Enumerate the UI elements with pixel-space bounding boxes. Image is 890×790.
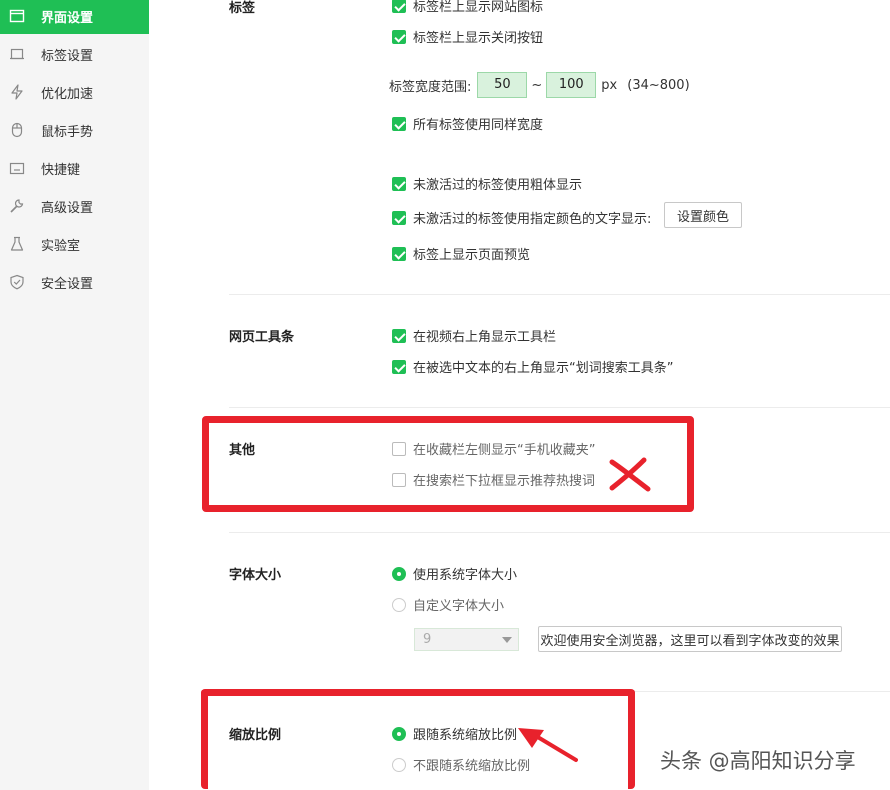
tab-icon	[9, 46, 25, 62]
checkbox-show-favicon[interactable]: 标签栏上显示网站图标	[392, 0, 543, 15]
radio-system-font-size[interactable]: 使用系统字体大小	[392, 564, 517, 583]
option-label: 标签栏上显示网站图标	[413, 0, 544, 15]
sidebar-item-label: 高级设置	[41, 200, 94, 216]
tab-width-range: 标签宽度范围: 50 ~ 100 px (34~800)	[389, 72, 690, 98]
window-icon	[9, 8, 25, 24]
checkbox-checked-icon[interactable]	[392, 246, 406, 261]
lightning-icon	[9, 84, 25, 100]
checkbox-checked-icon[interactable]	[392, 359, 406, 374]
radio-custom-font-size[interactable]: 自定义字体大小	[392, 595, 504, 614]
set-color-button[interactable]: 设置颜色	[664, 202, 742, 228]
watermark-text: 头条 @高阳知识分享	[660, 749, 856, 773]
settings-panel: 标签 标签栏上显示网站图标 标签栏上显示关闭按钮 标签宽度范围: 50 ~ 10…	[149, 0, 890, 790]
sidebar-item-shortcuts[interactable]: 快捷键	[0, 150, 149, 186]
mouse-icon	[9, 122, 25, 138]
checkbox-bold-inactive[interactable]: 未激活过的标签使用粗体显示	[392, 174, 582, 193]
checkbox-color-inactive[interactable]: 未激活过的标签使用指定颜色的文字显示:	[392, 208, 651, 227]
section-divider	[229, 294, 890, 295]
sidebar-item-label: 快捷键	[41, 162, 81, 178]
checkbox-checked-icon[interactable]	[392, 0, 406, 13]
sidebar-item-tabs[interactable]: 标签设置	[0, 36, 149, 72]
cross-mark-icon	[609, 457, 651, 492]
option-label: 自定义字体大小	[413, 599, 505, 614]
section-title-tabs: 标签	[229, 1, 256, 16]
sidebar-item-interface[interactable]: 界面设置	[0, 0, 149, 34]
font-preview-box: 欢迎使用安全浏览器，这里可以看到字体改变的效果	[538, 626, 842, 652]
checkbox-search-toolbar[interactable]: 在被选中文本的右上角显示“划词搜索工具条”	[392, 357, 673, 376]
section-title-font-size: 字体大小	[229, 568, 282, 583]
sidebar-item-mouse-gesture[interactable]: 鼠标手势	[0, 112, 149, 148]
option-label: 标签栏上显示关闭按钮	[413, 31, 544, 46]
sidebar-item-label: 鼠标手势	[41, 124, 94, 140]
sidebar-item-label: 安全设置	[41, 276, 94, 292]
shield-icon	[9, 274, 25, 290]
checkbox-checked-icon[interactable]	[392, 210, 406, 225]
section-divider	[229, 532, 890, 533]
sidebar-item-lab[interactable]: 实验室	[0, 226, 149, 262]
wrench-icon	[9, 198, 25, 214]
option-label: 所有标签使用同样宽度	[413, 118, 544, 133]
chevron-down-icon	[502, 637, 512, 643]
section-divider	[229, 407, 890, 408]
tab-width-max-input[interactable]: 100	[546, 72, 597, 98]
option-label: 标签上显示页面预览	[413, 248, 531, 263]
checkbox-checked-icon[interactable]	[392, 328, 406, 343]
sidebar-item-label: 优化加速	[41, 86, 94, 102]
option-label: 在视频右上角显示工具栏	[413, 330, 557, 345]
radio-selected-icon[interactable]	[392, 566, 406, 581]
range-separator: ~	[531, 77, 543, 93]
option-label: 使用系统字体大小	[413, 568, 518, 583]
checkbox-show-close-button[interactable]: 标签栏上显示关闭按钮	[392, 27, 543, 46]
arrow-pointer-icon	[518, 728, 578, 762]
option-label: 未激活过的标签使用粗体显示	[413, 178, 583, 193]
checkbox-checked-icon[interactable]	[392, 29, 406, 44]
checkbox-same-width[interactable]: 所有标签使用同样宽度	[392, 114, 543, 133]
option-label: 在被选中文本的右上角显示“划词搜索工具条”	[413, 361, 674, 376]
checkbox-page-preview[interactable]: 标签上显示页面预览	[392, 244, 530, 263]
sidebar-item-label: 界面设置	[41, 10, 94, 26]
tab-width-allowed-range: (34~800)	[627, 77, 690, 93]
sidebar-item-advanced[interactable]: 高级设置	[0, 188, 149, 224]
font-size-select[interactable]: 9	[414, 628, 519, 651]
checkbox-video-toolbar[interactable]: 在视频右上角显示工具栏	[392, 326, 556, 345]
checkbox-checked-icon[interactable]	[392, 176, 406, 191]
font-size-value: 9	[423, 632, 432, 647]
sidebar-item-label: 实验室	[41, 238, 81, 254]
checkbox-checked-icon[interactable]	[392, 116, 406, 131]
sidebar-item-optimize[interactable]: 优化加速	[0, 74, 149, 110]
keyboard-icon	[9, 160, 25, 176]
tab-width-min-input[interactable]: 50	[477, 72, 528, 98]
sidebar: 界面设置 标签设置 优化加速 鼠标手势 快捷键 高级设置 实验室 安全设置	[0, 0, 149, 790]
sidebar-item-label: 标签设置	[41, 48, 94, 64]
tab-width-unit: px	[601, 77, 618, 93]
section-title-web-toolbar: 网页工具条	[229, 330, 295, 345]
tab-width-label: 标签宽度范围:	[389, 79, 472, 95]
option-label: 未激活过的标签使用指定颜色的文字显示:	[413, 212, 652, 227]
radio-unselected-icon[interactable]	[392, 597, 406, 612]
sidebar-item-security[interactable]: 安全设置	[0, 264, 149, 300]
flask-icon	[9, 236, 25, 252]
